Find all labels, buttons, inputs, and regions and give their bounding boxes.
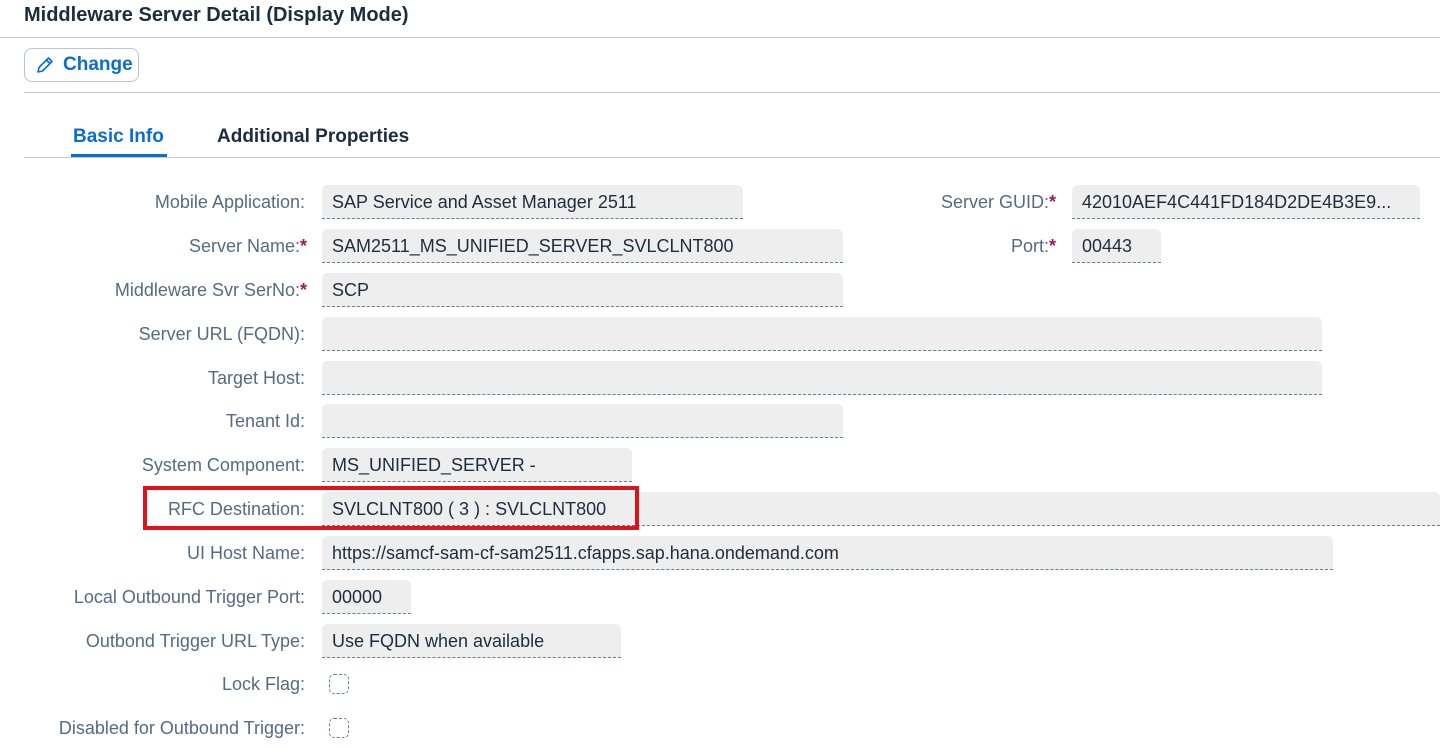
- disabled-for-outbound-trigger-label: Disabled for Outbound Trigger:: [58, 718, 305, 738]
- title-divider: [0, 37, 1440, 38]
- required-marker: *: [1048, 192, 1056, 212]
- rfc-destination-label: RFC Destination:: [167, 499, 305, 519]
- pencil-icon: [35, 55, 55, 75]
- lock-flag-checkbox[interactable]: [329, 674, 349, 694]
- outbond-trigger-url-type-label: Outbond Trigger URL Type:: [85, 631, 305, 651]
- port-field[interactable]: 00443: [1072, 229, 1161, 263]
- ui-host-name-label: UI Host Name:: [186, 543, 305, 563]
- server-url-label: Server URL (FQDN):: [138, 324, 305, 344]
- middleware-svr-serno-field[interactable]: SCP: [322, 273, 843, 307]
- tenant-id-field[interactable]: [322, 404, 843, 438]
- system-component-label: System Component:: [141, 455, 305, 475]
- local-outbound-trigger-port-field[interactable]: 00000: [322, 580, 411, 614]
- lock-flag-label: Lock Flag:: [221, 674, 305, 694]
- disabled-for-outbound-trigger-checkbox[interactable]: [329, 718, 349, 738]
- system-component-field[interactable]: MS_UNIFIED_SERVER -: [322, 448, 632, 482]
- tab-additional-properties[interactable]: Additional Properties: [217, 126, 409, 148]
- page-title: Middleware Server Detail (Display Mode): [24, 4, 409, 26]
- local-outbound-trigger-port-label: Local Outbound Trigger Port:: [73, 587, 305, 607]
- required-marker: *: [1048, 236, 1056, 256]
- server-name-field[interactable]: SAM2511_MS_UNIFIED_SERVER_SVLCLNT800: [322, 229, 843, 263]
- server-guid-label: Server GUID:*: [940, 192, 1056, 212]
- server-guid-field[interactable]: 42010AEF4C441FD184D2DE4B3E9...: [1072, 185, 1420, 219]
- required-marker: *: [299, 280, 307, 300]
- ui-host-name-field[interactable]: https://samcf-sam-cf-sam2511.cfapps.sap.…: [322, 536, 1333, 570]
- port-label: Port:*: [1010, 236, 1056, 256]
- outbond-trigger-url-type-field[interactable]: Use FQDN when available: [322, 624, 621, 658]
- rfc-destination-field[interactable]: SVLCLNT800 ( 3 ) : SVLCLNT800: [322, 492, 1440, 526]
- required-marker: *: [299, 236, 307, 256]
- target-host-label: Target Host:: [207, 368, 305, 388]
- change-button[interactable]: Change: [24, 48, 139, 82]
- change-button-label: Change: [63, 54, 133, 75]
- toolbar-divider: [24, 92, 1440, 93]
- mobile-application-label: Mobile Application:: [154, 192, 305, 212]
- mobile-application-field[interactable]: SAP Service and Asset Manager 2511: [322, 185, 743, 219]
- middleware-svr-serno-label: Middleware Svr SerNo:*: [114, 280, 307, 300]
- tenant-id-label: Tenant Id:: [225, 411, 305, 431]
- server-url-field[interactable]: [322, 317, 1322, 351]
- target-host-field[interactable]: [322, 361, 1322, 395]
- tab-basic-info[interactable]: Basic Info: [73, 126, 164, 148]
- server-name-label: Server Name:*: [188, 236, 307, 256]
- tabs-divider: [24, 157, 1440, 158]
